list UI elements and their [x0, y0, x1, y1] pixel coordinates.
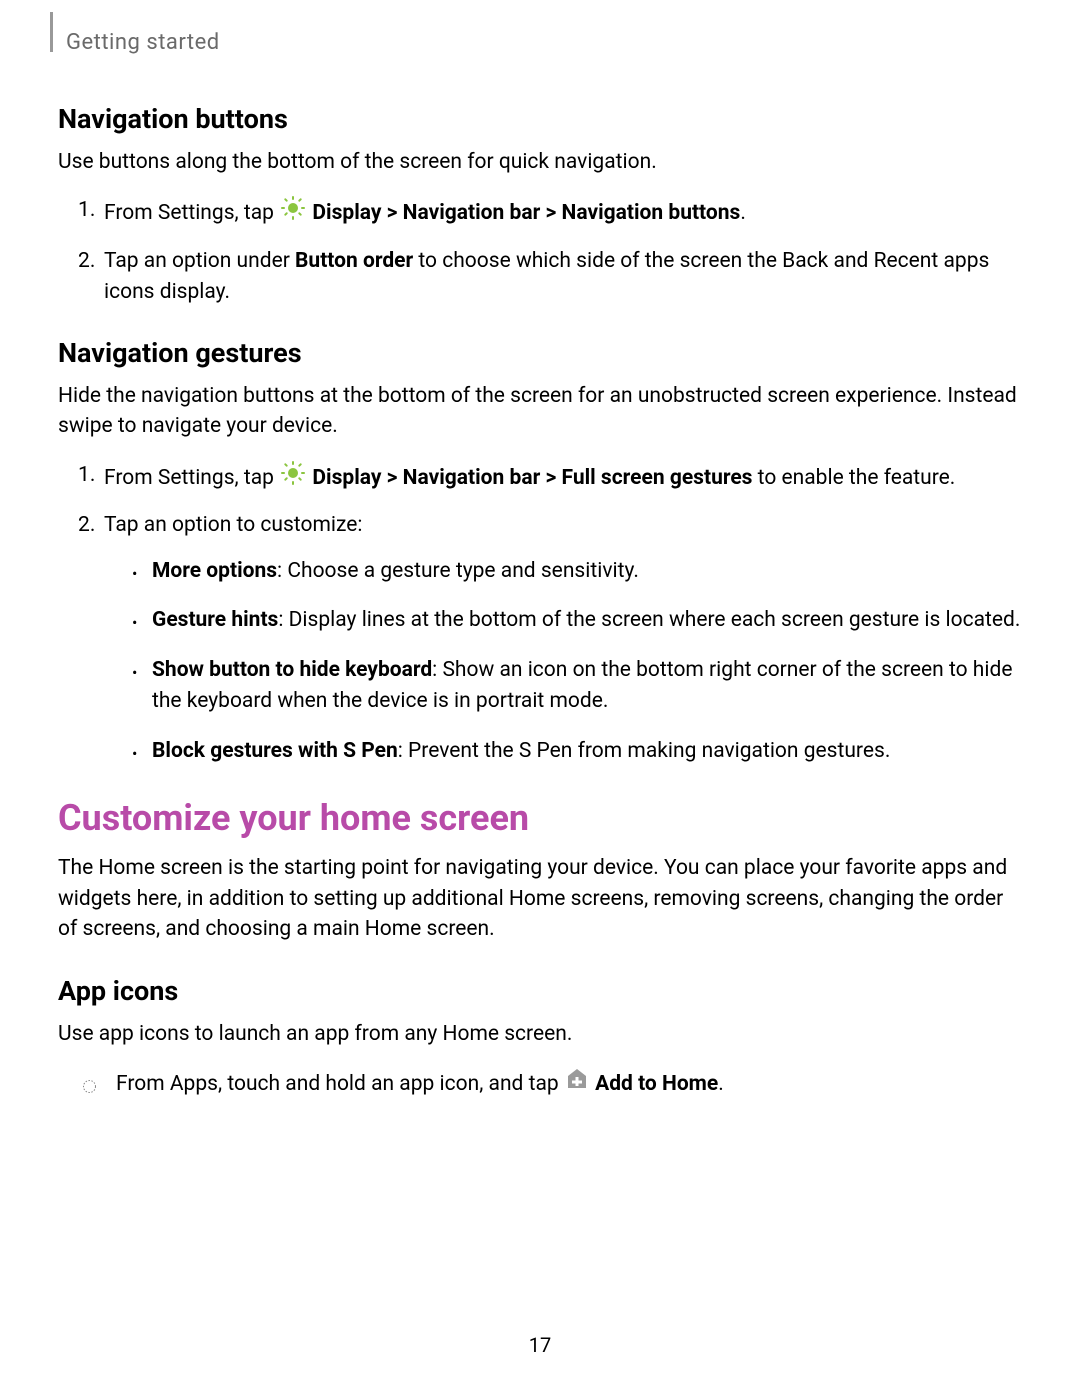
- text-nav-gestures-intro: Hide the navigation buttons at the botto…: [58, 381, 1022, 442]
- list-item: Tap an option under Button order to choo…: [82, 246, 1022, 309]
- text-bold-fragment: Show button to hide keyboard: [152, 658, 432, 682]
- text-customize-intro: The Home screen is the starting point fo…: [58, 853, 1022, 944]
- text-fragment: From Settings, tap: [104, 201, 279, 225]
- list-nav-gestures-steps: From Settings, tap Display > Navigation …: [82, 460, 1022, 768]
- text-fragment: Tap an option under: [104, 249, 295, 273]
- heading-customize-home-screen: Customize your home screen: [58, 797, 1022, 839]
- text-fragment: .: [718, 1072, 724, 1096]
- list-item: From Apps, touch and hold an app icon, a…: [82, 1067, 1022, 1102]
- heading-app-icons: App icons: [58, 975, 1022, 1007]
- text-fragment: From Apps, touch and hold an app icon, a…: [116, 1072, 564, 1096]
- text-fragment: Tap an option to customize:: [104, 513, 362, 537]
- list-item: More options: Choose a gesture type and …: [134, 556, 1022, 588]
- circle-bullet-icon: [82, 1073, 97, 1088]
- list-item: Gesture hints: Display lines at the bott…: [134, 605, 1022, 637]
- list-item: From Settings, tap Display > Navigation …: [82, 195, 1022, 232]
- text-fragment: From Settings, tap: [104, 466, 279, 490]
- list-item: From Settings, tap Display > Navigation …: [82, 460, 1022, 497]
- text-bold-fragment: Block gestures with S Pen: [152, 739, 398, 763]
- text-bold-fragment: Button order: [295, 249, 413, 273]
- display-brightness-icon: [280, 195, 306, 232]
- list-nav-buttons-steps: From Settings, tap Display > Navigation …: [82, 195, 1022, 309]
- text-fragment: : Display lines at the bottom of the scr…: [278, 608, 1020, 632]
- text-fragment: to enable the feature.: [752, 466, 955, 490]
- text-fragment: : Prevent the S Pen from making navigati…: [398, 739, 891, 763]
- header-accent-bar: [50, 12, 53, 52]
- text-app-icons-intro: Use app icons to launch an app from any …: [58, 1019, 1022, 1049]
- breadcrumb: Getting started: [66, 30, 1022, 55]
- heading-navigation-gestures: Navigation gestures: [58, 337, 1022, 369]
- page-number: 17: [0, 1333, 1080, 1357]
- list-item: Block gestures with S Pen: Prevent the S…: [134, 736, 1022, 768]
- text-nav-buttons-intro: Use buttons along the bottom of the scre…: [58, 147, 1022, 177]
- text-bold-fragment: Add to Home: [595, 1072, 718, 1096]
- text-fragment: .: [740, 201, 746, 225]
- add-to-home-icon: [565, 1067, 589, 1102]
- list-app-icons-step: From Apps, touch and hold an app icon, a…: [82, 1067, 1022, 1102]
- text-bold-fragment: Display > Navigation bar > Navigation bu…: [312, 201, 740, 225]
- text-bold-fragment: More options: [152, 559, 277, 583]
- text-bold-fragment: Display > Navigation bar > Full screen g…: [312, 466, 752, 490]
- list-item: Tap an option to customize: More options…: [82, 510, 1022, 767]
- sublist-gesture-options: More options: Choose a gesture type and …: [134, 556, 1022, 768]
- text-bold-fragment: Gesture hints: [152, 608, 278, 632]
- list-item: Show button to hide keyboard: Show an ic…: [134, 655, 1022, 718]
- heading-navigation-buttons: Navigation buttons: [58, 103, 1022, 135]
- display-brightness-icon: [280, 460, 306, 497]
- text-fragment: : Choose a gesture type and sensitivity.: [277, 559, 639, 583]
